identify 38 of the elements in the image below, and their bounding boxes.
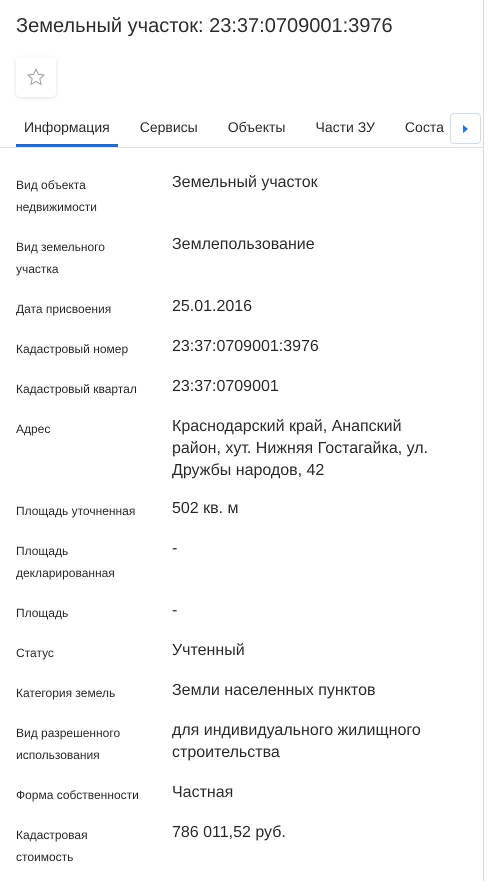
tab[interactable]: Соста bbox=[396, 111, 452, 147]
field-label: Статус bbox=[16, 645, 55, 662]
field-value: Земельный участок bbox=[172, 173, 319, 193]
field-label: Дата присвоения bbox=[16, 301, 112, 318]
field-label: Площадь уточненная bbox=[16, 503, 136, 520]
field-value: 23:37:0709001 bbox=[172, 377, 280, 397]
field-value: Земли населенных пунктов bbox=[172, 681, 376, 701]
tab[interactable]: Информация bbox=[16, 111, 118, 147]
field-label: Вид объекта недвижимости bbox=[16, 177, 98, 216]
tab[interactable]: Объекты bbox=[220, 111, 294, 147]
scroll-right-button[interactable] bbox=[450, 113, 481, 144]
field-label: Кадастровый номер bbox=[16, 341, 130, 358]
field-value: Частная bbox=[172, 783, 234, 803]
field-value: Краснодарский край, Анапский район, хут. Нижняя Гостагайка, ул. Дружбы народов, 42 bbox=[172, 417, 430, 481]
field-label: Кадастровая стоимость bbox=[16, 827, 89, 866]
field-value: Землепользование bbox=[172, 235, 316, 255]
field-label: Форма собственности bbox=[16, 787, 140, 804]
field-value: 786 011,52 руб. bbox=[172, 823, 287, 843]
field-label: Категория земель bbox=[16, 685, 116, 702]
field-value: 23:37:0709001:3976 bbox=[172, 337, 320, 357]
favorite-button[interactable] bbox=[16, 57, 56, 97]
field-label: Кадастровый квартал bbox=[16, 381, 138, 398]
field-value: 25.01.2016 bbox=[172, 297, 254, 317]
field-label: Адрес bbox=[16, 421, 52, 438]
field-label: Вид разрешенного использования bbox=[16, 725, 122, 764]
field-label: Площадь bbox=[16, 605, 70, 622]
caret-icon bbox=[463, 124, 468, 132]
tab[interactable]: Сервисы bbox=[132, 111, 206, 147]
tab[interactable]: Части ЗУ bbox=[307, 111, 383, 147]
page-title: Земельный участок: 23:37:0709001:3976 bbox=[15, 14, 394, 39]
field-value: - bbox=[172, 539, 178, 559]
star-icon bbox=[26, 67, 46, 87]
field-value: - bbox=[172, 601, 178, 621]
field-value: 502 кв. м bbox=[172, 499, 240, 519]
field-label: Площадь декларированная bbox=[16, 543, 116, 582]
field-label: Вид земельного участка bbox=[16, 239, 106, 278]
field-value: Учтенный bbox=[172, 641, 246, 661]
field-value: для индивидуального жилищного строительства bbox=[172, 721, 422, 763]
